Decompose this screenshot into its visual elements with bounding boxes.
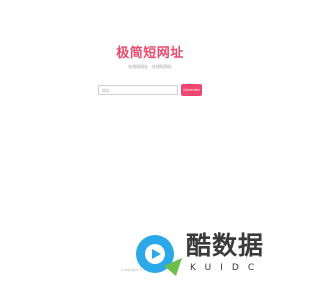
page-subtitle: 在线短网址 · 在线短网址 bbox=[128, 64, 172, 69]
brand-text: 酷数据 bbox=[186, 231, 265, 260]
url-input[interactable] bbox=[98, 85, 178, 95]
page: 极简短网址 在线短网址 · 在线短网址 Generate Copyright ©… bbox=[0, 0, 300, 300]
page-title: 极简短网址 bbox=[116, 46, 184, 61]
generate-button[interactable]: Generate bbox=[181, 84, 202, 96]
brand-logo-icon bbox=[136, 235, 182, 276]
watermark: 酷数据 KUIDC bbox=[130, 228, 290, 280]
brand-subtext: KUIDC bbox=[190, 263, 264, 273]
